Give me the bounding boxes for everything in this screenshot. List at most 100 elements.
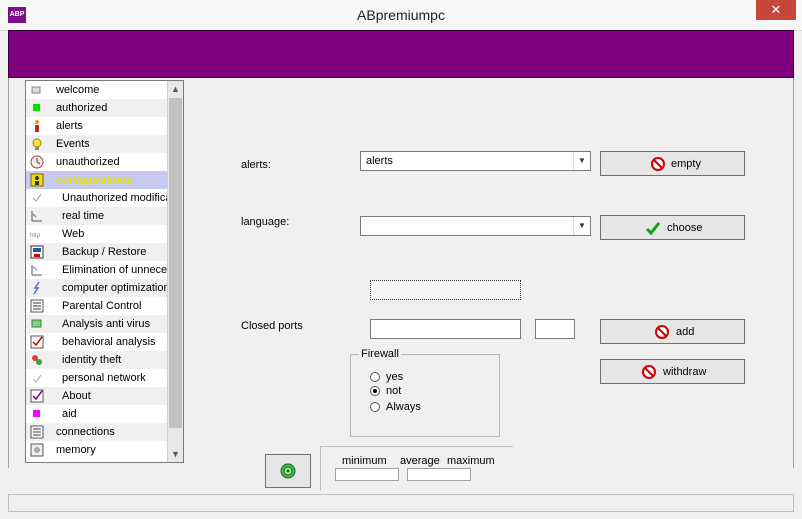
sidebar-scrollbar[interactable]: ▲ ▼	[167, 81, 183, 462]
sidebar-item-label: Analysis anti virus	[62, 318, 151, 330]
firewall-group: Firewall yes not Always	[350, 348, 500, 437]
config-person-icon	[30, 173, 44, 187]
radio-label: yes	[386, 371, 404, 383]
radio-circle[interactable]	[370, 386, 380, 396]
chevron-down-icon[interactable]: ▼	[573, 217, 590, 235]
sidebar-item-label: computer optimization	[62, 282, 168, 294]
purple-check-icon	[30, 389, 44, 403]
sidebar-item-analysis-anti-virus[interactable]: Analysis anti virus	[26, 315, 168, 333]
sidebar-item-label: About	[62, 390, 91, 402]
alert-person-icon	[35, 120, 39, 132]
sidebar-item-label: Elimination of unnecessary	[62, 264, 168, 276]
sidebar-item-events[interactable]: Events	[26, 135, 168, 153]
sidebar-item-parental-control[interactable]: Parental Control	[26, 297, 168, 315]
sidebar-item-label: behavioral analysis	[62, 336, 156, 348]
sidebar-item-behavioral-analysis[interactable]: behavioral analysis	[26, 333, 168, 351]
sidebar-item-elimination[interactable]: Elimination of unnecessary	[26, 261, 168, 279]
minimum-label: minimum	[342, 455, 387, 467]
empty-button[interactable]: empty	[600, 151, 745, 176]
sidebar-item-unauthorized[interactable]: unauthorized	[26, 153, 168, 171]
choose-button-label: choose	[667, 222, 703, 234]
sidebar-item-connections[interactable]: connections	[26, 423, 168, 441]
no-entry-icon	[651, 157, 665, 171]
backup-icon	[30, 245, 44, 259]
choose-button[interactable]: choose	[600, 215, 745, 240]
scroll-down-icon[interactable]: ▼	[168, 446, 183, 462]
firewall-legend: Firewall	[359, 348, 401, 360]
closed-ports-input[interactable]	[370, 319, 521, 339]
sidebar-item-label: configurations	[56, 174, 133, 186]
network-icon	[32, 374, 42, 383]
alerts-select-value: alerts	[366, 155, 393, 167]
green-square-icon	[33, 104, 40, 111]
sidebar-item-label: Parental Control	[62, 300, 142, 312]
window-title: ABpremiumpc	[357, 7, 445, 23]
speed-stats: minimum average maximum	[320, 446, 513, 490]
no-entry-icon	[642, 365, 656, 379]
port-number-input[interactable]	[535, 319, 575, 339]
sidebar-item-label: alerts	[56, 120, 83, 132]
svg-text:http: http	[30, 233, 41, 239]
sidebar-item-alerts[interactable]: alerts	[26, 117, 168, 135]
sidebar-item-personal-network[interactable]: personal network	[26, 369, 168, 387]
sidebar-item-welcome[interactable]: welcome	[26, 81, 168, 99]
no-entry-icon	[655, 325, 669, 339]
check-mark-icon	[32, 193, 42, 202]
alerts-label: alerts:	[241, 159, 271, 171]
firewall-radio-always[interactable]: Always	[370, 401, 470, 415]
alerts-select[interactable]: alerts ▼	[360, 151, 591, 171]
scroll-thumb[interactable]	[169, 98, 182, 428]
sidebar-item-web[interactable]: http Web	[26, 225, 168, 243]
focused-text-field[interactable]	[370, 280, 521, 300]
firewall-radio-yes[interactable]: yes	[370, 371, 470, 385]
identity-icon	[32, 355, 42, 365]
sidebar-item-configurations[interactable]: configurations	[26, 171, 168, 189]
sidebar-item-backup-restore[interactable]: Backup / Restore	[26, 243, 168, 261]
scroll-up-icon[interactable]: ▲	[168, 81, 183, 97]
lightbulb-icon	[32, 138, 42, 150]
http-icon: http	[30, 233, 41, 239]
sidebar-item-about[interactable]: About	[26, 387, 168, 405]
sidebar-item-real-time[interactable]: real time	[26, 207, 168, 225]
elimination-icon	[31, 265, 42, 276]
sidebar-item-label: memory	[56, 444, 96, 456]
green-box-icon	[31, 319, 42, 328]
chevron-down-icon[interactable]: ▼	[573, 152, 590, 170]
sidebar-item-label: Web	[62, 228, 85, 240]
radio-circle[interactable]	[370, 402, 380, 412]
language-label: language:	[241, 216, 290, 228]
sidebar-item-label: Events	[56, 138, 90, 150]
minimum-field	[335, 468, 399, 481]
realtime-icon	[31, 211, 42, 222]
maximum-field	[407, 468, 471, 481]
firewall-radio-not[interactable]: not	[370, 385, 470, 399]
radio-label: not	[386, 385, 402, 397]
language-select[interactable]: ▼	[360, 216, 591, 236]
withdraw-button[interactable]: withdraw	[600, 359, 745, 384]
sidebar-item-label: connections	[56, 426, 115, 438]
radio-circle[interactable]	[370, 372, 380, 382]
empty-button-label: empty	[671, 158, 701, 170]
sidebar: welcome authorized alerts Events unautho…	[25, 80, 184, 463]
sidebar-item-authorized[interactable]: authorized	[26, 99, 168, 117]
status-bar	[8, 494, 794, 512]
close-button[interactable]: ✕	[756, 0, 796, 20]
green-target-icon	[280, 463, 296, 479]
radio-label: Always	[386, 401, 421, 413]
sidebar-item-label: personal network	[62, 372, 146, 384]
go-button[interactable]	[265, 454, 311, 488]
sidebar-item-label: aid	[62, 408, 77, 420]
title-bar: ABP ABpremiumpc ✕	[0, 0, 802, 31]
sidebar-item-computer-optimization[interactable]: computer optimization	[26, 279, 168, 297]
add-button[interactable]: add	[600, 319, 745, 344]
sidebar-item-label: unauthorized	[56, 156, 120, 168]
sidebar-item-memory[interactable]: memory	[26, 441, 168, 459]
green-check-icon	[645, 222, 661, 236]
welcome-icon	[31, 86, 41, 94]
sidebar-item-aid[interactable]: aid	[26, 405, 168, 423]
maximum-label: maximum	[447, 455, 495, 467]
withdraw-button-label: withdraw	[663, 366, 707, 378]
sidebar-item-identity-theft[interactable]: identity theft	[26, 351, 168, 369]
sidebar-item-unauthorized-modifications[interactable]: Unauthorized modifications	[26, 189, 168, 207]
memory-icon	[30, 443, 44, 457]
